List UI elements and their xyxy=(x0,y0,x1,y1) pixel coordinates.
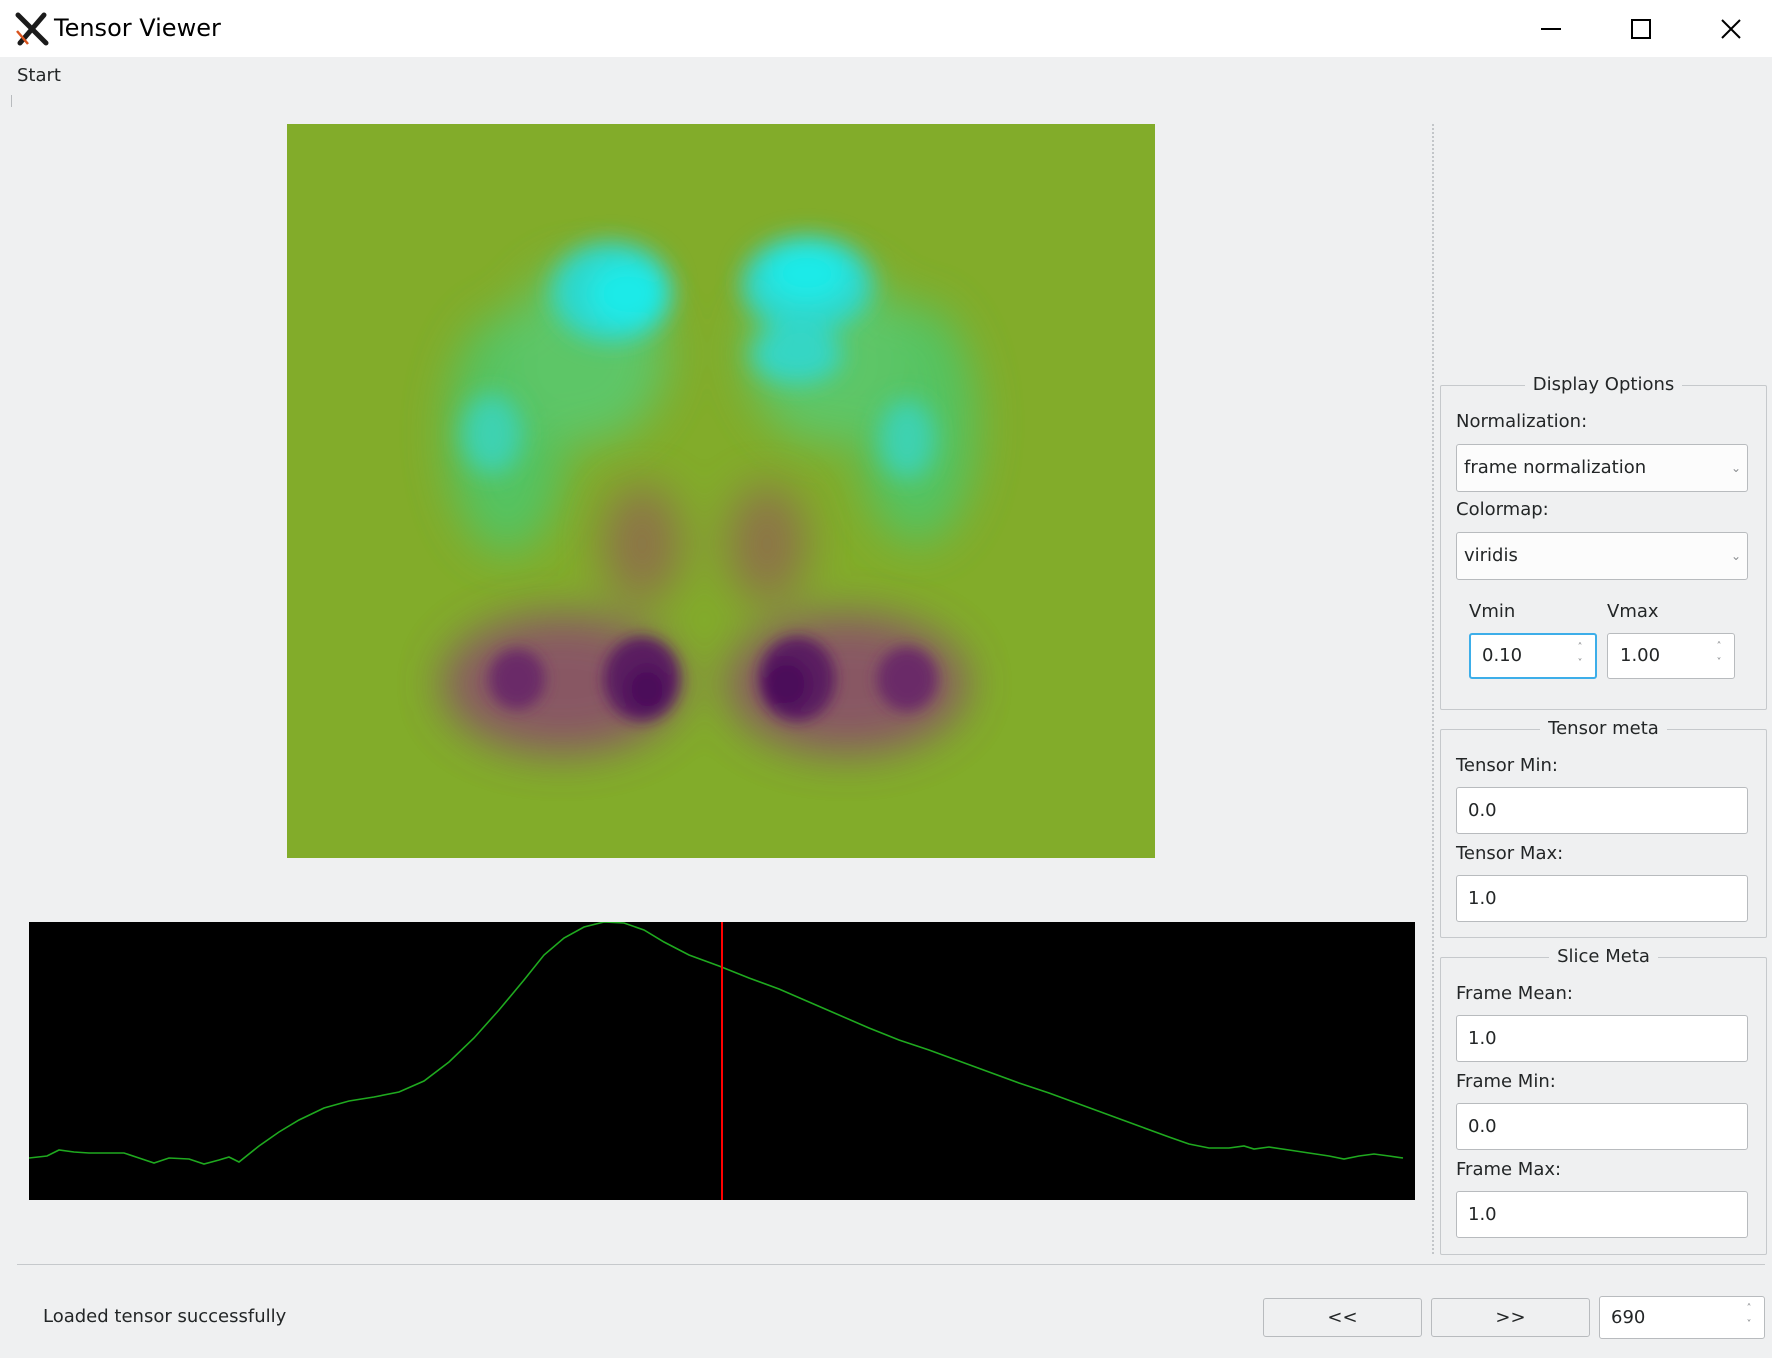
frame-index-spinbox[interactable]: 690 ˄ ˅ xyxy=(1599,1296,1765,1339)
vmin-label: Vmin xyxy=(1469,601,1516,622)
status-message: Loaded tensor successfully xyxy=(43,1306,287,1327)
chevron-down-icon: ⌄ xyxy=(1730,461,1741,475)
normalization-label: Normalization: xyxy=(1456,411,1588,432)
normalization-select[interactable]: frame normalization ⌄ xyxy=(1456,444,1748,492)
vmax-spinbox[interactable]: 1.00 ˄ ˅ xyxy=(1607,633,1735,679)
image-background xyxy=(287,124,1155,858)
tensor-min-label: Tensor Min: xyxy=(1456,755,1558,776)
vmin-value: 0.10 xyxy=(1482,645,1523,666)
slice-meta-title: Slice Meta xyxy=(1549,946,1658,967)
vmax-label: Vmax xyxy=(1607,601,1659,622)
vmin-spinbox[interactable]: 0.10 ˄ ˅ xyxy=(1469,633,1597,679)
tensor-meta-title: Tensor meta xyxy=(1540,718,1667,739)
tensor-meta-group: Tensor meta Tensor Min: 0.0 Tensor Max: … xyxy=(1440,718,1767,938)
vmax-value: 1.00 xyxy=(1620,645,1661,666)
maximize-button[interactable] xyxy=(1596,0,1686,57)
spin-arrows-icon[interactable]: ˄ ˅ xyxy=(1573,640,1587,674)
frame-min-field[interactable]: 0.0 xyxy=(1456,1103,1748,1150)
colormap-label: Colormap: xyxy=(1456,499,1549,520)
minimize-icon xyxy=(1541,27,1561,30)
frame-mean-label: Frame Mean: xyxy=(1456,983,1573,1004)
chevron-down-icon: ⌄ xyxy=(1730,549,1741,563)
display-options-title: Display Options xyxy=(1524,374,1683,395)
previous-frame-button[interactable]: << xyxy=(1263,1298,1422,1337)
x-logo-icon xyxy=(15,12,49,46)
maximize-icon xyxy=(1631,18,1651,39)
tensor-max-label: Tensor Max: xyxy=(1456,843,1564,864)
frame-max-field[interactable]: 1.0 xyxy=(1456,1191,1748,1238)
tensor-max-field[interactable]: 1.0 xyxy=(1456,875,1748,922)
footer-divider xyxy=(17,1264,1765,1265)
normalization-value: frame normalization xyxy=(1464,457,1647,478)
title-bar: Tensor Viewer xyxy=(0,0,1772,57)
image-view[interactable] xyxy=(287,124,1155,858)
panel-splitter[interactable] xyxy=(1432,124,1434,1254)
menu-item-start[interactable]: Start xyxy=(17,65,61,86)
tensor-min-field[interactable]: 0.0 xyxy=(1456,787,1748,834)
close-button[interactable] xyxy=(1686,0,1772,57)
frame-index-value: 690 xyxy=(1611,1307,1646,1328)
colormap-value: viridis xyxy=(1464,545,1518,566)
frame-mean-trace-plot[interactable] xyxy=(29,922,1415,1200)
window-title: Tensor Viewer xyxy=(54,14,221,42)
colormap-select[interactable]: viridis ⌄ xyxy=(1456,532,1748,580)
frame-max-label: Frame Max: xyxy=(1456,1159,1562,1180)
next-frame-button[interactable]: >> xyxy=(1431,1298,1590,1337)
minimize-button[interactable] xyxy=(1506,0,1596,57)
frame-min-label: Frame Min: xyxy=(1456,1071,1556,1092)
slice-meta-group: Slice Meta Frame Mean: 1.0 Frame Min: 0.… xyxy=(1440,946,1767,1255)
close-icon xyxy=(1721,18,1741,39)
display-options-group: Display Options Normalization: frame nor… xyxy=(1440,374,1767,710)
frame-mean-field[interactable]: 1.0 xyxy=(1456,1015,1748,1062)
menu-bar: Start xyxy=(0,57,1772,93)
spin-arrows-icon[interactable]: ˄ ˅ xyxy=(1742,1301,1756,1335)
spin-arrows-icon[interactable]: ˄ ˅ xyxy=(1712,639,1726,673)
toolbar-handle[interactable] xyxy=(11,95,12,107)
